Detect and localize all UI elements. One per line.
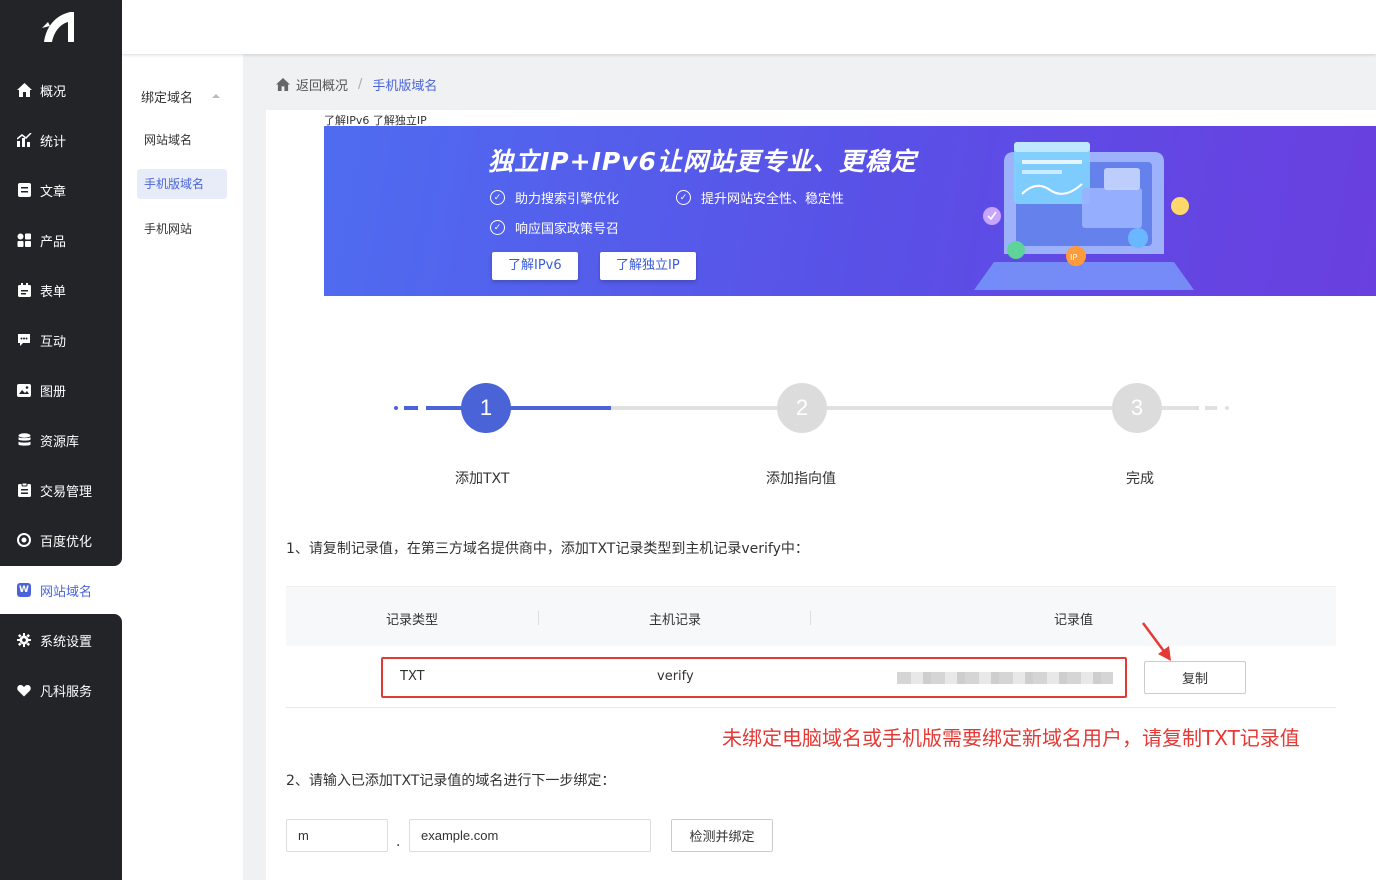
- sidebar-item-stats[interactable]: 统计: [0, 115, 122, 165]
- step-line-dash: [1205, 406, 1217, 410]
- column-divider: [538, 611, 539, 625]
- chat-icon: [16, 332, 32, 348]
- submenu-item-mobile-site[interactable]: 手机网站: [137, 214, 227, 244]
- main-sidebar: 概况 统计 文章 产品 表单 互动 图册 资源库 交易管理 百度优化 W 网站域…: [0, 0, 122, 880]
- column-header-value: 记录值: [1054, 613, 1094, 628]
- ip-promo-banner: 独立IP+IPv6让网站更专业、更稳定 ✓ 助力搜索引擎优化 ✓ 提升网站安全性…: [324, 126, 1376, 296]
- red-arrow-icon: [1141, 622, 1171, 661]
- sidebar-item-seo[interactable]: 百度优化: [0, 515, 122, 565]
- sidebar-item-label: 凡科服务: [40, 684, 93, 700]
- domain-dot-separator: .: [396, 834, 401, 850]
- copy-hint-note: 未绑定电脑域名或手机版需要绑定新域名用户，请复制TXT记录值: [722, 726, 1300, 750]
- sidebar-item-label: 统计: [40, 134, 67, 150]
- sidebar-item-label: 文章: [40, 184, 67, 200]
- check-circle-icon: ✓: [490, 190, 505, 205]
- learn-dedicated-ip-button[interactable]: 了解独立IP: [600, 252, 696, 280]
- sidebar-item-service[interactable]: 凡科服务: [0, 665, 122, 715]
- stats-icon: [16, 132, 32, 148]
- banner-feature-seo: ✓ 助力搜索引擎优化: [490, 188, 619, 207]
- sidebar-item-label: 表单: [40, 284, 67, 300]
- step-dot: [1225, 406, 1229, 410]
- step-2-circle: 2: [777, 383, 827, 433]
- sidebar-item-overview[interactable]: 概况: [0, 65, 122, 115]
- table-header: 记录类型 主机记录 记录值: [286, 586, 1336, 646]
- sidebar-item-label: 交易管理: [40, 484, 93, 500]
- breadcrumb-separator: /: [358, 77, 363, 92]
- step-3-circle: 3: [1112, 383, 1162, 433]
- sidebar-item-label: 产品: [40, 234, 67, 250]
- check-circle-icon: ✓: [676, 190, 691, 205]
- sidebar-item-settings[interactable]: 系统设置: [0, 615, 122, 665]
- sidebar-item-label: 概况: [40, 84, 67, 100]
- subdomain-prefix-input[interactable]: [286, 819, 388, 852]
- banner-title: 独立IP+IPv6让网站更专业、更稳定: [488, 147, 917, 176]
- form-icon: [16, 282, 32, 298]
- sidebar-item-interact[interactable]: 互动: [0, 315, 122, 365]
- home-icon: [16, 82, 32, 98]
- sidebar-item-label: 互动: [40, 334, 67, 350]
- record-value-blurred: [897, 672, 1113, 684]
- trade-icon: [16, 482, 32, 498]
- column-header-host: 主机记录: [649, 613, 702, 628]
- sidebar-item-album[interactable]: 图册: [0, 365, 122, 415]
- sidebar-item-product[interactable]: 产品: [0, 215, 122, 265]
- album-icon: [16, 382, 32, 398]
- caret-up-icon[interactable]: [212, 93, 220, 99]
- heart-icon: [16, 682, 32, 698]
- step-line-dash: [404, 406, 418, 410]
- step-2-label: 添加指向值: [766, 471, 836, 487]
- check-and-bind-button[interactable]: 检测并绑定: [671, 819, 773, 852]
- banner-feature-security: ✓ 提升网站安全性、稳定性: [676, 188, 844, 207]
- submenu-item-mobile-domain[interactable]: 手机版域名: [137, 169, 227, 199]
- banner-text-links[interactable]: 了解IPv6 了解独立IP: [324, 112, 427, 128]
- sidebar-item-label: 图册: [40, 384, 67, 400]
- host-record-cell: verify: [657, 669, 694, 684]
- database-icon: [16, 432, 32, 448]
- home-icon[interactable]: [276, 78, 290, 91]
- breadcrumb-back-link[interactable]: 返回概况: [296, 75, 348, 94]
- submenu-header[interactable]: 绑定域名: [141, 87, 193, 106]
- sidebar-item-label: 资源库: [40, 434, 80, 450]
- gear-icon: [16, 632, 32, 648]
- breadcrumb: 返回概况 / 手机版域名: [276, 75, 437, 94]
- svg-text:IP: IP: [1070, 253, 1077, 262]
- sidebar-item-domain[interactable]: W 网站域名: [0, 565, 122, 615]
- step-line-active: [426, 406, 611, 410]
- w-icon: W: [16, 582, 32, 598]
- step-3-label: 完成: [1126, 471, 1154, 487]
- instruction-step2: 2、请输入已添加TXT记录值的域名进行下一步绑定：: [286, 773, 616, 789]
- sidebar-item-resources[interactable]: 资源库: [0, 415, 122, 465]
- domain-input[interactable]: [409, 819, 651, 852]
- sidebar-item-label: 网站域名: [40, 584, 93, 600]
- laptop-illustration: IP: [974, 142, 1194, 290]
- record-type-cell: TXT: [400, 669, 425, 684]
- sidebar-item-article[interactable]: 文章: [0, 165, 122, 215]
- column-header-record-type: 记录类型: [386, 613, 439, 628]
- learn-ipv6-button[interactable]: 了解IPv6: [492, 252, 578, 280]
- column-divider: [810, 611, 811, 625]
- submenu-item-site-domain[interactable]: 网站域名: [137, 125, 227, 155]
- sidebar-item-label: 系统设置: [40, 634, 93, 650]
- top-bar: [122, 0, 1376, 54]
- grid-icon: [16, 232, 32, 248]
- article-icon: [16, 182, 32, 198]
- sidebar-item-trade[interactable]: 交易管理: [0, 465, 122, 515]
- brand-logo[interactable]: [38, 8, 80, 48]
- sub-sidebar: 绑定域名 网站域名 手机版域名 手机网站: [122, 54, 243, 880]
- sidebar-item-form[interactable]: 表单: [0, 265, 122, 315]
- step-1-label: 添加TXT: [455, 471, 510, 487]
- sidebar-item-label: 百度优化: [40, 534, 93, 550]
- copy-button[interactable]: 复制: [1144, 661, 1246, 694]
- seo-icon: [16, 532, 32, 548]
- step-1-circle: 1: [461, 383, 511, 433]
- instruction-step1: 1、请复制记录值，在第三方域名提供商中，添加TXT记录类型到主机记录verify…: [286, 541, 809, 557]
- step-line-inactive: [611, 406, 1199, 410]
- banner-feature-policy: ✓ 响应国家政策号召: [490, 218, 619, 237]
- check-circle-icon: ✓: [490, 220, 505, 235]
- breadcrumb-current: 手机版域名: [372, 79, 438, 94]
- step-dot: [394, 406, 398, 410]
